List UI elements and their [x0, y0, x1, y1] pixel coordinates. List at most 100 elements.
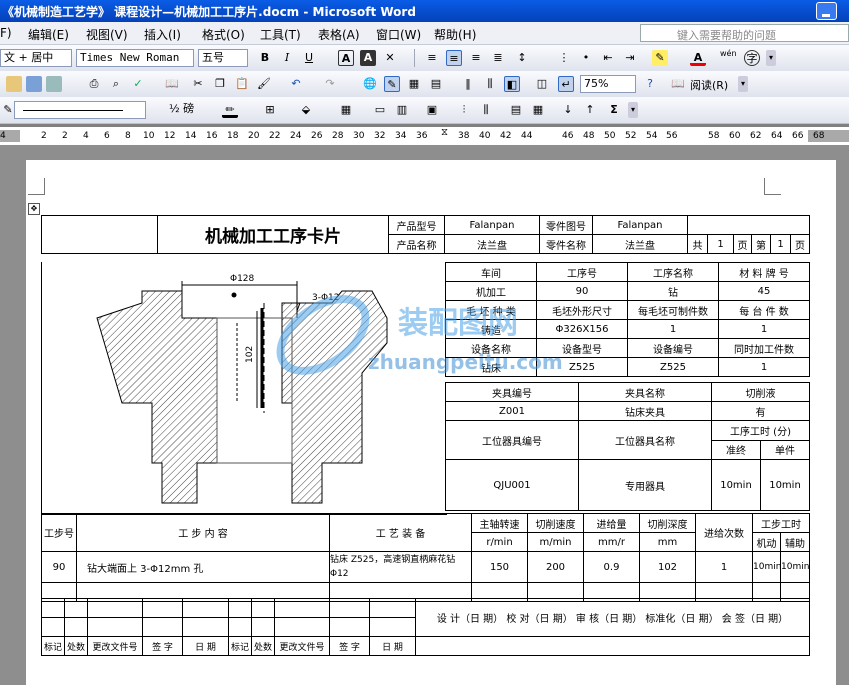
align-right-icon[interactable]: ≡ — [468, 50, 484, 66]
bold-button[interactable]: B — [257, 50, 273, 66]
decrease-indent-icon[interactable]: ⇤ — [600, 50, 616, 66]
distribute-rows-icon[interactable]: ⫶ — [456, 102, 472, 118]
shading-color-icon[interactable]: ⬙ — [298, 102, 314, 118]
ruler-tick: 50 — [604, 131, 616, 141]
hyperlink-icon[interactable]: 🌐 — [362, 76, 378, 92]
outside-border-icon[interactable]: ⊞ — [262, 102, 278, 118]
print-preview-icon[interactable]: ⌕ — [108, 76, 124, 92]
autoformat-icon[interactable]: ▤ — [508, 102, 524, 118]
enclose-char-icon[interactable]: 字 — [744, 50, 760, 66]
font-color-icon[interactable]: A — [690, 50, 706, 66]
indent-marker-icon[interactable]: ⧖ — [441, 127, 448, 138]
split-cells-icon[interactable]: ▥ — [394, 102, 410, 118]
copy-icon[interactable]: ❐ — [212, 76, 228, 92]
open-icon[interactable] — [6, 76, 22, 92]
ruler-tick: 4 — [83, 131, 89, 141]
phonetic-guide-icon[interactable]: wén — [720, 50, 737, 66]
menu-help[interactable]: 帮助(H) — [434, 26, 476, 43]
undo-icon[interactable]: ↶ — [288, 76, 304, 92]
font-size-dropdown[interactable]: 五号 — [198, 49, 248, 67]
time-label: 工序工时 (分) — [711, 420, 810, 441]
line-style-dropdown[interactable] — [14, 101, 146, 119]
minimize-button[interactable] — [816, 2, 837, 20]
menu-bar: F) 编辑(E) 视图(V) 插入(I) 格式(O) 工具(T) 表格(A) 窗… — [0, 22, 849, 45]
char-shading-icon[interactable]: A — [360, 50, 376, 66]
menu-insert[interactable]: 插入(I) — [144, 26, 181, 43]
show-hide-icon[interactable]: ↵ — [558, 76, 574, 92]
table-move-handle-icon[interactable]: ✥ — [28, 203, 40, 215]
align-center-icon[interactable]: ≡ — [446, 50, 462, 66]
permission-icon[interactable] — [46, 76, 62, 92]
insert-table-icon[interactable]: ▦ — [406, 76, 422, 92]
blank-cell — [64, 617, 88, 637]
paste-icon[interactable]: 📋 — [234, 76, 250, 92]
align-left-icon[interactable]: ≡ — [424, 50, 440, 66]
highlight-icon[interactable]: ✎ — [652, 50, 668, 66]
distribute-columns-icon[interactable]: ⫼ — [478, 102, 494, 118]
ruler-tick: 52 — [625, 131, 637, 141]
menu-edit[interactable]: 编辑(E) — [28, 26, 69, 43]
cut-icon[interactable]: ✂ — [190, 76, 206, 92]
autofit-icon[interactable]: ▦ — [530, 102, 546, 118]
horizontal-ruler[interactable]: 4 2 2 4 6 8 10 12 14 16 18 20 22 24 26 2… — [0, 127, 849, 146]
bullets-icon[interactable]: • — [578, 50, 594, 66]
ruler-tick: 38 — [458, 131, 470, 141]
sort-ascending-icon[interactable]: ↓ — [560, 102, 576, 118]
blank-cell — [369, 617, 416, 637]
underline-button[interactable]: U — [301, 50, 317, 66]
tables-borders-icon[interactable]: ✎ — [384, 76, 400, 92]
justify-icon[interactable]: ≣ — [490, 50, 506, 66]
document-map-icon[interactable]: ◧ — [504, 76, 520, 92]
drawing-icon[interactable]: ⫼ — [482, 76, 498, 92]
machine-time: 10min — [752, 551, 781, 583]
menu-format[interactable]: 格式(O) — [202, 26, 245, 43]
insert-table-icon[interactable]: ▦ — [338, 102, 354, 118]
sign-header: 设 计（日 期） 校 对（日 期） 审 核（日 期） 标准化（日 期） 会 签（… — [415, 598, 810, 637]
format-painter-icon[interactable]: 🖌 — [256, 76, 272, 92]
border-color-icon[interactable]: ✏ — [222, 102, 238, 118]
line-spacing-icon[interactable]: ↕ — [514, 50, 530, 66]
spelling-icon[interactable]: ✓ — [130, 76, 146, 92]
increase-indent-icon[interactable]: ⇥ — [622, 50, 638, 66]
save-icon[interactable] — [26, 76, 42, 92]
menu-table[interactable]: 表格(A) — [318, 26, 360, 43]
char-border-icon[interactable]: A — [338, 50, 354, 66]
columns-icon[interactable]: ‖ — [460, 76, 476, 92]
help-icon[interactable]: ? — [642, 76, 658, 92]
help-search-input[interactable]: 键入需要帮助的问题 — [640, 24, 849, 42]
menu-file[interactable]: F) — [0, 26, 12, 40]
redo-icon[interactable]: ↷ — [322, 76, 338, 92]
numbering-icon[interactable]: ⋮ — [556, 50, 572, 66]
print-icon[interactable]: ⎙ — [86, 76, 102, 92]
equip-no-label: 设备编号 — [627, 338, 719, 358]
station-no-label: 工位器具编号 — [445, 420, 579, 460]
toolbar-options-icon[interactable]: ▾ — [766, 50, 776, 66]
italic-button[interactable]: I — [279, 50, 295, 66]
merge-cells-icon[interactable]: ▭ — [372, 102, 388, 118]
toolbar-options-icon[interactable]: ▾ — [738, 76, 748, 92]
menu-tools[interactable]: 工具(T) — [260, 26, 301, 43]
style-dropdown[interactable]: 文 + 居中 — [0, 49, 72, 67]
page-unit: 页 — [733, 234, 752, 254]
simul: 1 — [718, 357, 810, 377]
blank-cell — [329, 598, 370, 618]
read-mode-icon[interactable]: 📖 — [670, 76, 686, 92]
read-mode-button[interactable]: 阅读(R) — [690, 77, 728, 93]
research-icon[interactable]: 📖 — [164, 76, 180, 92]
sort-descending-icon[interactable]: ↑ — [582, 102, 598, 118]
align-cell-icon[interactable]: ▣ — [424, 102, 440, 118]
footer-label: 处数 — [64, 636, 88, 656]
reading-icon[interactable]: ◫ — [534, 76, 550, 92]
zoom-dropdown[interactable]: 75% — [580, 75, 636, 93]
char-scale-icon[interactable]: ✕ — [382, 50, 398, 66]
toolbar-options-icon[interactable]: ▾ — [628, 102, 638, 118]
part-no: Falanpan — [592, 215, 688, 235]
insert-excel-icon[interactable]: ▤ — [428, 76, 444, 92]
blank-cell — [228, 617, 252, 637]
menu-window[interactable]: 窗口(W) — [376, 26, 421, 43]
font-dropdown[interactable]: Times New Roman — [76, 49, 194, 67]
menu-view[interactable]: 视图(V) — [86, 26, 128, 43]
autosum-icon[interactable]: Σ — [606, 102, 622, 118]
window-title: 《机械制造工艺学》 课程设计—机械加工工序片.docm - Microsoft … — [2, 5, 416, 19]
line-weight-dropdown[interactable]: ½ 磅 — [166, 101, 216, 119]
